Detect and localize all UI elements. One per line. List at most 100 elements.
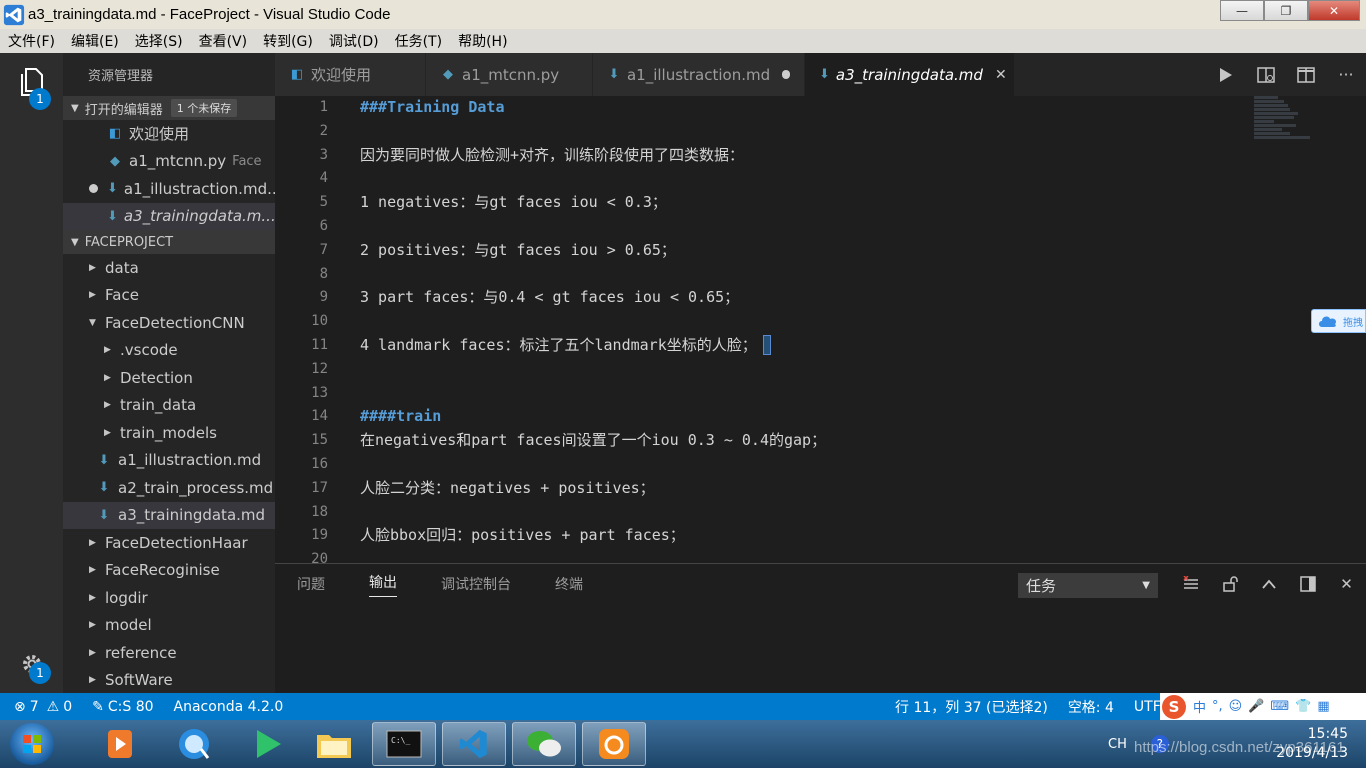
tree-file-a1-illustraction[interactable]: ⬇ a1_illustraction.md — [63, 447, 275, 475]
tree-file-a3-trainingdata[interactable]: ⬇ a3_trainingdata.md — [63, 501, 275, 529]
tree-folder-detection[interactable]: ▶ Detection — [63, 364, 275, 392]
taskbar-browser[interactable] — [162, 722, 226, 766]
code-line[interactable]: 在negatives和part faces间设置了一个iou 0.3 ~ 0.4… — [360, 429, 826, 453]
skin-icon[interactable]: 👕 — [1295, 699, 1311, 714]
explorer-activity-button[interactable]: 1 — [0, 58, 63, 110]
code-line[interactable]: ###Training Data — [360, 96, 826, 120]
code-line[interactable]: 因为要同时做人脸检测+对齐，训练阶段使用了四类数据： — [360, 144, 826, 168]
taskbar-video-player[interactable] — [236, 722, 300, 766]
cs-status[interactable]: ✎ C:S 80 — [92, 699, 153, 715]
taskbar-uc-browser[interactable] — [582, 722, 646, 766]
code-line[interactable] — [360, 382, 826, 406]
menu-selection[interactable]: 选择(S) — [127, 31, 191, 51]
tree-folder-model[interactable]: ▶ model — [63, 612, 275, 640]
open-editor-illustraction[interactable]: ⬇ a1_illustraction.md... — [63, 175, 275, 203]
run-button[interactable] — [1206, 53, 1246, 96]
maximize-panel-button[interactable] — [1249, 564, 1288, 604]
toggle-panel-position-button[interactable] — [1288, 564, 1327, 604]
open-editors-header[interactable]: ▼ 打开的编辑器 1 个未保存 — [63, 96, 275, 120]
taskbar-media-player[interactable] — [88, 722, 152, 766]
code-line[interactable] — [360, 548, 826, 563]
toolbox-icon[interactable]: ▦ — [1317, 699, 1329, 714]
tab-terminal[interactable]: 终端 — [533, 564, 605, 604]
open-editor-trainingdata[interactable]: ⬇ a3_trainingdata.m... — [63, 202, 275, 230]
menu-debug[interactable]: 调试(D) — [321, 31, 387, 51]
sogou-logo-icon[interactable]: S — [1162, 694, 1186, 719]
python-env-status[interactable]: Anaconda 4.2.0 — [174, 699, 284, 715]
code-line[interactable] — [360, 501, 826, 525]
menu-edit[interactable]: 编辑(E) — [63, 31, 127, 51]
tree-folder-face[interactable]: ▶ Face — [63, 282, 275, 310]
open-editor-welcome[interactable]: ◧ 欢迎使用 — [63, 120, 275, 148]
emoji-icon[interactable]: ☺ — [1229, 699, 1243, 714]
minimize-button[interactable]: — — [1220, 0, 1264, 21]
language-indicator[interactable]: CH — [1108, 737, 1127, 752]
code-line[interactable] — [360, 263, 826, 287]
microphone-icon[interactable]: 🎤 — [1248, 699, 1264, 714]
menu-tasks[interactable]: 任务(T) — [387, 31, 450, 51]
code-line[interactable]: 人脸bbox回归：positives + part faces； — [360, 524, 826, 548]
menu-file[interactable]: 文件(F) — [0, 31, 63, 51]
code-line[interactable] — [360, 358, 826, 382]
indentation-status[interactable]: 空格: 4 — [1068, 697, 1114, 717]
ime-punct[interactable]: °, — [1212, 699, 1223, 714]
code-lines[interactable]: ###Training Data 因为要同时做人脸检测+对齐，训练阶段使用了四类… — [360, 96, 826, 563]
tab-a1-mtcnn[interactable]: ◆ a1_mtcnn.py — [426, 53, 593, 96]
menu-view[interactable]: 查看(V) — [191, 31, 256, 51]
unsaved-dot-icon[interactable] — [782, 70, 790, 79]
keyboard-icon[interactable]: ⌨ — [1270, 699, 1289, 714]
taskbar-terminal[interactable]: C:\_ — [372, 722, 436, 766]
taskbar-file-explorer[interactable] — [302, 722, 366, 766]
close-panel-button[interactable]: ✕ — [1327, 564, 1366, 604]
code-line[interactable] — [360, 120, 826, 144]
preview-button[interactable] — [1246, 53, 1286, 96]
tab-problems[interactable]: 问题 — [275, 564, 347, 604]
minimap[interactable] — [1254, 96, 1314, 140]
code-line[interactable] — [360, 167, 826, 191]
tree-folder-logdir[interactable]: ▶ logdir — [63, 584, 275, 612]
output-channel-select[interactable]: 任务 ▼ — [1018, 573, 1158, 598]
menu-goto[interactable]: 转到(G) — [255, 31, 321, 51]
more-actions-button[interactable]: ··· — [1326, 53, 1366, 96]
code-line[interactable]: 4 landmark faces：标注了五个landmark坐标的人脸； — [360, 336, 757, 354]
code-line[interactable]: 2 positives：与gt faces iou > 0.65； — [360, 239, 826, 263]
tab-debug-console[interactable]: 调试控制台 — [419, 564, 533, 604]
taskbar-wechat[interactable] — [512, 722, 576, 766]
tree-folder-software[interactable]: ▶ SoftWare — [63, 667, 275, 694]
tree-folder-train-models[interactable]: ▶ train_models — [63, 419, 275, 447]
lock-scroll-button[interactable] — [1210, 564, 1249, 604]
cursor-position-status[interactable]: 行 11，列 37 (已选择2) — [895, 697, 1048, 717]
clear-output-button[interactable] — [1171, 564, 1210, 604]
tree-folder-vscode[interactable]: ▶ .vscode — [63, 337, 275, 365]
code-line[interactable] — [360, 310, 826, 334]
tree-folder-train-data[interactable]: ▶ train_data — [63, 392, 275, 420]
code-editor[interactable]: 1 2 3 4 5 6 7 8 9 10 11 12 13 14 15 16 1… — [275, 96, 1366, 563]
tab-welcome[interactable]: ◧ 欢迎使用 — [275, 53, 426, 96]
maximize-button[interactable]: ❐ — [1264, 0, 1308, 21]
project-header[interactable]: ▼ FACEPROJECT — [63, 230, 275, 254]
code-line[interactable]: ####train — [360, 405, 826, 429]
ime-mode[interactable]: 中 — [1193, 697, 1206, 716]
start-button[interactable] — [10, 723, 54, 765]
close-icon[interactable]: ✕ — [995, 67, 1007, 83]
tree-file-a2-train-process[interactable]: ⬇ a2_train_process.md — [63, 474, 275, 502]
settings-activity-button[interactable]: 1 — [0, 640, 63, 688]
tab-a3-trainingdata[interactable]: ⬇ a3_trainingdata.md ✕ — [805, 53, 1015, 96]
close-window-button[interactable]: ✕ — [1308, 0, 1360, 21]
tree-folder-data[interactable]: ▶ data — [63, 254, 275, 282]
code-line[interactable] — [360, 215, 826, 239]
code-line-cursor[interactable]: 4 landmark faces：标注了五个landmark坐标的人脸； — [360, 334, 826, 358]
code-line[interactable]: 3 part faces：与0.4 < gt faces iou < 0.65； — [360, 286, 826, 310]
problems-status[interactable]: ⊗ 7 ⚠ 0 — [14, 699, 72, 715]
tree-folder-reference[interactable]: ▶ reference — [63, 639, 275, 667]
split-editor-button[interactable] — [1286, 53, 1326, 96]
tree-folder-facedetectionhaar[interactable]: ▶ FaceDetectionHaar — [63, 529, 275, 557]
taskbar-vscode[interactable] — [442, 722, 506, 766]
menu-help[interactable]: 帮助(H) — [450, 31, 515, 51]
tree-folder-facedetectioncnn[interactable]: ▼ FaceDetectionCNN — [63, 309, 275, 337]
tree-folder-facerecoginise[interactable]: ▶ FaceRecoginise — [63, 557, 275, 585]
open-editor-mtcnn[interactable]: ◆ a1_mtcnn.py Face — [63, 148, 275, 176]
tab-a1-illustraction[interactable]: ⬇ a1_illustraction.md — [593, 53, 805, 96]
code-line[interactable]: 人脸二分类：negatives + positives； — [360, 477, 826, 501]
tab-output[interactable]: 输出 — [347, 564, 419, 604]
